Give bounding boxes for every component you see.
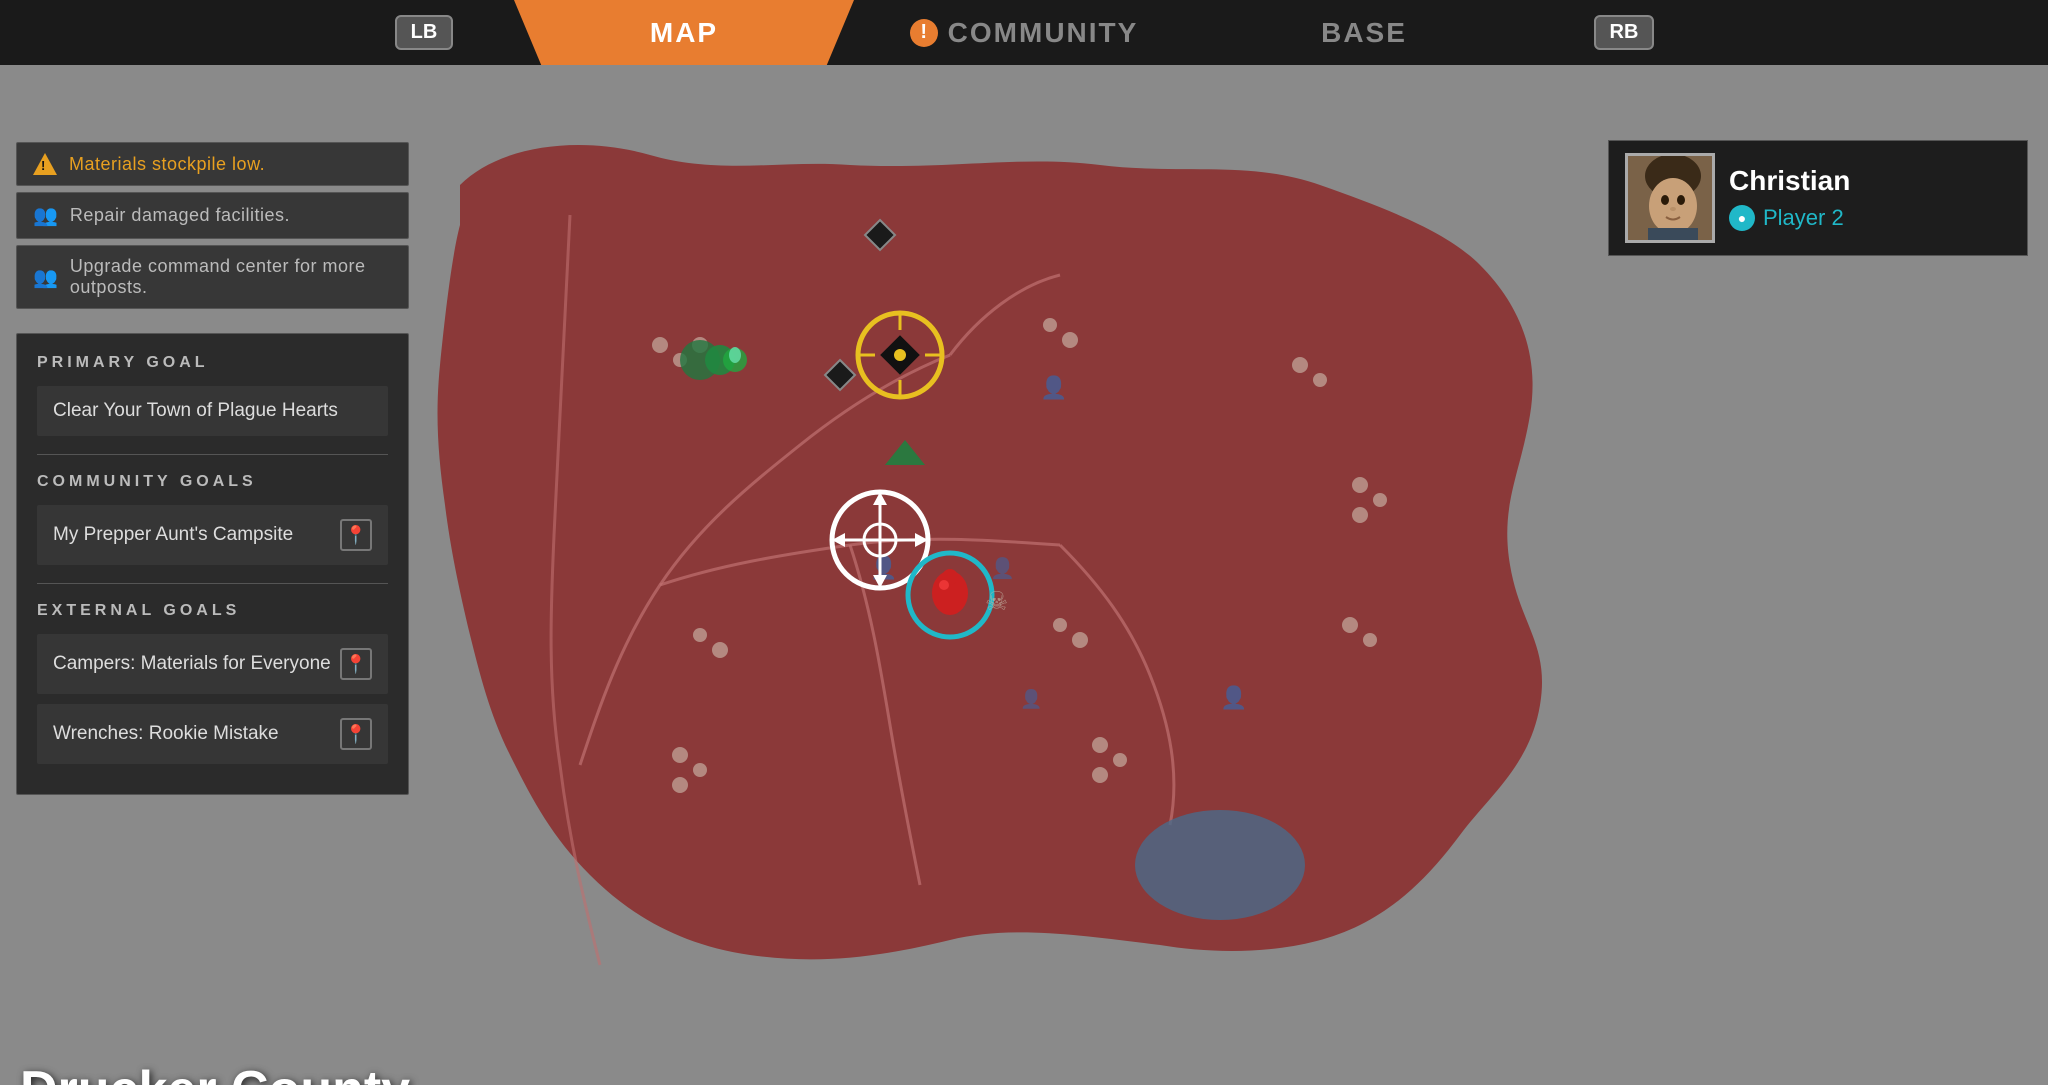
nav-tab-rb[interactable]: RB [1534, 0, 1714, 65]
divider-2 [37, 583, 388, 584]
svg-text:👤: 👤 [990, 556, 1015, 580]
nav-tab-lb[interactable]: LB [334, 0, 514, 65]
location-name: Drucker County [20, 1060, 410, 1085]
primary-goal-item[interactable]: Clear Your Town of Plague Hearts [37, 386, 388, 436]
external-goals-section: EXTERNAL GOALS Campers: Materials for Ev… [37, 602, 388, 764]
top-navigation: LB Map ! Community Base RB [0, 0, 2048, 65]
warning-icon: ! [33, 153, 57, 175]
base-tab-label: Base [1321, 17, 1407, 49]
goals-panel: PRIMARY GOAL Clear Your Town of Plague H… [16, 333, 409, 795]
pin-icon-1: 📍 [340, 648, 372, 680]
community-goal-item-0[interactable]: My Prepper Aunt's Campsite 📍 [37, 505, 388, 565]
player-badge-text: Player 2 [1763, 205, 1844, 231]
lb-badge: LB [395, 15, 454, 50]
community-alert-icon: ! [910, 19, 938, 47]
external-goal-text-1: Wrenches: Rookie Mistake [53, 723, 279, 745]
player-avatar [1628, 156, 1712, 240]
community-goal-text-0: My Prepper Aunt's Campsite [53, 524, 293, 546]
svg-text:☠: ☠ [985, 586, 1008, 616]
primary-goal-text: Clear Your Town of Plague Hearts [53, 400, 338, 422]
primary-goal-title: PRIMARY GOAL [37, 354, 388, 372]
community-tab-label: Community [948, 17, 1139, 49]
external-goal-item-1[interactable]: Wrenches: Rookie Mistake 📍 [37, 704, 388, 764]
nav-tab-map[interactable]: Map [514, 0, 854, 65]
map-area: 👤 👤 👤 👤 👤 [0, 65, 2048, 1085]
external-goals-title: EXTERNAL GOALS [37, 602, 388, 620]
external-goal-text-0: Campers: Materials for Everyone [53, 653, 331, 675]
player-photo [1625, 153, 1715, 243]
nav-tab-community[interactable]: ! Community [854, 0, 1194, 65]
alerts-section: ! Materials stockpile low. 👥 Repair dama… [0, 130, 425, 317]
player-name: Christian [1729, 165, 1850, 197]
player-badge-icon: ● [1729, 205, 1755, 231]
rb-badge: RB [1594, 15, 1655, 50]
svg-text:👤: 👤 [1020, 688, 1042, 709]
community-goals-section: COMMUNITY GOALS My Prepper Aunt's Campsi… [37, 473, 388, 565]
map-tab-label: Map [650, 17, 718, 49]
alert-materials: ! Materials stockpile low. [16, 142, 409, 186]
pin-icon-0: 📍 [340, 519, 372, 551]
external-goal-item-0[interactable]: Campers: Materials for Everyone 📍 [37, 634, 388, 694]
nav-tab-base[interactable]: Base [1194, 0, 1534, 65]
svg-text:👤: 👤 [1040, 375, 1067, 400]
alert-upgrade: 👥 Upgrade command center for more outpos… [16, 245, 409, 309]
alert-repair: 👥 Repair damaged facilities. [16, 192, 409, 239]
left-sidebar: ! Materials stockpile low. 👥 Repair dama… [0, 130, 425, 1085]
pin-icon-2: 📍 [340, 718, 372, 750]
people-icon-1: 👥 [33, 203, 58, 228]
alert-repair-text: Repair damaged facilities. [70, 205, 290, 226]
svg-text:👤: 👤 [1220, 685, 1247, 710]
player-info: Christian ● Player 2 [1729, 165, 1850, 231]
player-card: Christian ● Player 2 [1608, 140, 2028, 256]
alert-upgrade-text: Upgrade command center for more outposts… [70, 256, 392, 298]
community-goals-title: COMMUNITY GOALS [37, 473, 388, 491]
primary-goal-section: PRIMARY GOAL Clear Your Town of Plague H… [37, 354, 388, 436]
alert-materials-text: Materials stockpile low. [69, 154, 265, 175]
player-badge: ● Player 2 [1729, 205, 1850, 231]
people-icon-2: 👥 [33, 265, 58, 290]
divider-1 [37, 454, 388, 455]
